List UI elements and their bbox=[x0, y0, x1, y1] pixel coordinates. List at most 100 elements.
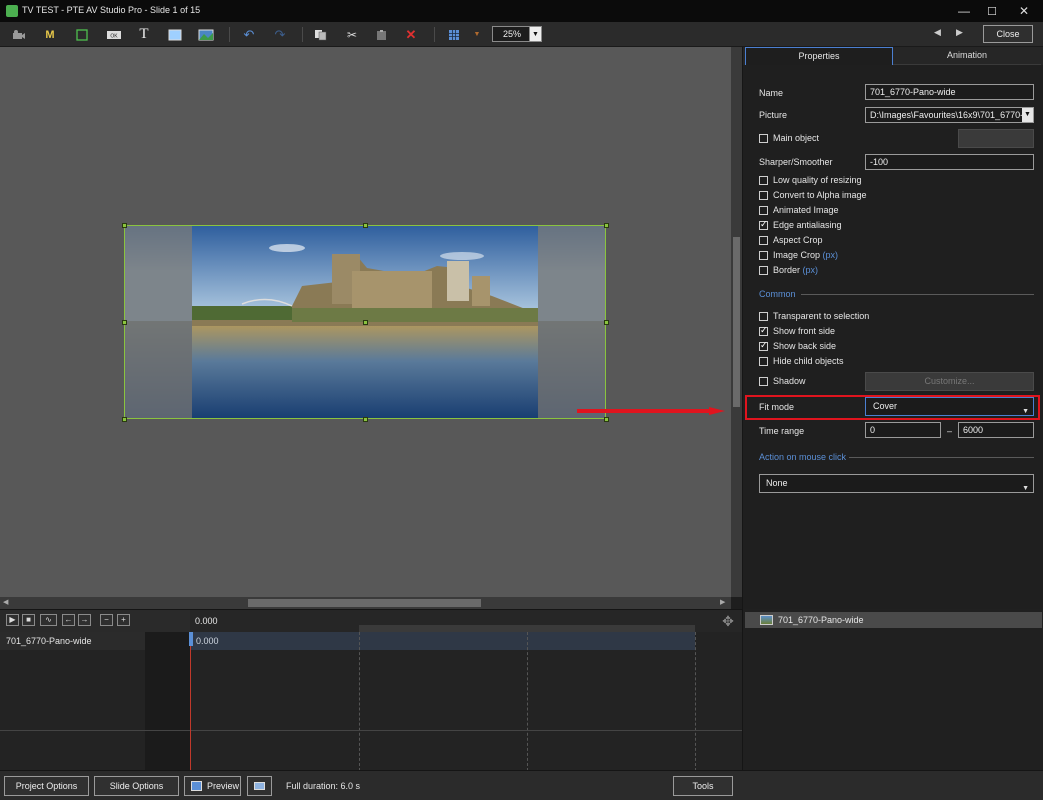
mask-icon[interactable]: M bbox=[40, 26, 60, 43]
convert-to-alpha-image-checkbox[interactable]: Convert to Alpha image bbox=[759, 190, 1019, 204]
undo-icon[interactable]: ↶ bbox=[239, 26, 259, 43]
button-object-icon[interactable]: OK bbox=[104, 26, 124, 43]
scrollbar-thumb[interactable] bbox=[733, 237, 740, 407]
checkbox-label-text: Hide child objects bbox=[773, 356, 844, 366]
timeline-ruler[interactable] bbox=[190, 610, 742, 632]
zoom-select[interactable]: 25% ▼ bbox=[492, 26, 542, 42]
preview-button[interactable]: Preview bbox=[184, 776, 241, 796]
project-options-button[interactable]: Project Options bbox=[4, 776, 89, 796]
hide-child-objects-checkbox[interactable]: Hide child objects bbox=[759, 356, 1019, 370]
zoom-in-icon[interactable]: + bbox=[117, 614, 130, 626]
close-button[interactable]: Close bbox=[983, 25, 1033, 43]
playhead[interactable] bbox=[190, 632, 191, 771]
resize-handle[interactable] bbox=[363, 417, 368, 422]
slide-options-button[interactable]: Slide Options bbox=[94, 776, 179, 796]
zoom-out-icon[interactable]: − bbox=[100, 614, 113, 626]
tab-properties[interactable]: Properties bbox=[745, 47, 893, 65]
list-item[interactable]: 701_6770-Pano-wide bbox=[745, 612, 1042, 628]
checkbox[interactable] bbox=[759, 312, 768, 321]
checkbox[interactable] bbox=[759, 340, 768, 351]
maximize-button[interactable]: ☐ bbox=[978, 2, 1006, 20]
resize-handle[interactable] bbox=[604, 417, 609, 422]
timeline-lanes[interactable]: 0.000 bbox=[190, 632, 742, 771]
border-checkbox[interactable]: Border (px) bbox=[759, 265, 1019, 279]
rectangle-icon[interactable] bbox=[165, 26, 185, 43]
delete-icon[interactable]: ✕ bbox=[401, 26, 421, 43]
copy-icon[interactable] bbox=[311, 26, 331, 43]
picture-path-field[interactable]: D:\Images\Favourites\16x9\701_6770-Pa ▼ bbox=[865, 107, 1034, 123]
show-back-side-checkbox[interactable]: Show back side bbox=[759, 340, 1019, 355]
checkbox[interactable] bbox=[759, 219, 768, 230]
scrollbar-thumb[interactable] bbox=[248, 599, 481, 607]
vertical-scrollbar[interactable] bbox=[731, 47, 742, 597]
arrow-left-icon[interactable]: ← bbox=[62, 614, 75, 626]
options-checkbox-list: Low quality of resizing Convert to Alpha … bbox=[759, 175, 1029, 285]
grid-options-chevron-icon[interactable]: ▼ bbox=[467, 26, 487, 43]
shadow-checkbox[interactable]: Shadow bbox=[759, 376, 859, 390]
edge-antialiasing-checkbox[interactable]: Edge antialiasing bbox=[759, 219, 1019, 234]
name-field[interactable]: 701_6770-Pano-wide bbox=[865, 84, 1034, 100]
image-icon[interactable] bbox=[196, 26, 216, 43]
minimize-button[interactable]: — bbox=[950, 2, 978, 20]
fullscreen-preview-button[interactable] bbox=[247, 776, 272, 796]
low-quality-of-resizing-checkbox[interactable]: Low quality of resizing bbox=[759, 175, 1019, 189]
checkbox[interactable] bbox=[759, 357, 768, 366]
time-marker bbox=[527, 632, 528, 771]
fit-mode-select[interactable]: Cover ▼ bbox=[865, 397, 1034, 416]
arrow-right-icon[interactable]: → bbox=[78, 614, 91, 626]
cut-icon[interactable]: ✂ bbox=[342, 26, 362, 43]
transparent-to-selection-checkbox[interactable]: Transparent to selection bbox=[759, 311, 1019, 325]
checkbox[interactable] bbox=[759, 134, 768, 143]
waveform-icon[interactable]: ∿ bbox=[40, 614, 57, 626]
time-range-start-field[interactable]: 0 bbox=[865, 422, 941, 438]
stop-icon[interactable]: ■ bbox=[22, 614, 35, 626]
toolbar: M OK T ↶ ↷ ✂ ✕ ▼ 25% ▼ ◀ ▶ Close bbox=[0, 22, 1043, 47]
checkbox[interactable] bbox=[759, 236, 768, 245]
next-slide-icon[interactable]: ▶ bbox=[956, 27, 963, 38]
checkbox[interactable] bbox=[759, 206, 768, 215]
checkbox[interactable] bbox=[759, 266, 768, 275]
timeline-clip[interactable]: 0.000 bbox=[190, 632, 695, 650]
aspect-crop-checkbox[interactable]: Aspect Crop bbox=[759, 235, 1019, 249]
resize-handle[interactable] bbox=[604, 223, 609, 228]
animated-image-checkbox[interactable]: Animated Image bbox=[759, 205, 1019, 219]
chevron-down-icon[interactable]: ▼ bbox=[1022, 108, 1033, 122]
checkbox[interactable] bbox=[759, 191, 768, 200]
chevron-down-icon[interactable]: ▼ bbox=[529, 27, 541, 41]
window-close-button[interactable]: ✕ bbox=[1010, 2, 1038, 20]
move-icon[interactable]: ✥ bbox=[718, 612, 738, 630]
track-name[interactable]: 701_6770-Pano-wide bbox=[0, 632, 145, 650]
checkbox[interactable] bbox=[759, 377, 768, 386]
main-object-checkbox[interactable]: Main object bbox=[759, 133, 859, 147]
resize-handle[interactable] bbox=[604, 320, 609, 325]
image-crop-checkbox[interactable]: Image Crop (px) bbox=[759, 250, 1019, 264]
timeline: ▶ ■ ∿ ← → − + 0.000 ✥ 701_6770-Pano-wide… bbox=[0, 609, 742, 771]
action-select[interactable]: None ▼ bbox=[759, 474, 1034, 493]
checkbox[interactable] bbox=[759, 325, 768, 336]
resize-handle[interactable] bbox=[363, 320, 368, 325]
time-range-end-field[interactable]: 6000 bbox=[958, 422, 1034, 438]
tab-animation[interactable]: Animation bbox=[893, 47, 1041, 65]
sharper-field[interactable]: -100 bbox=[865, 154, 1034, 170]
image-thumbnail-icon bbox=[760, 615, 773, 625]
resize-handle[interactable] bbox=[122, 223, 127, 228]
horizontal-scrollbar[interactable]: ◀ ▶ bbox=[0, 597, 731, 609]
text-icon[interactable]: T bbox=[134, 26, 154, 43]
resize-handle[interactable] bbox=[122, 320, 127, 325]
play-icon[interactable]: ▶ bbox=[6, 614, 19, 626]
scroll-left-icon[interactable]: ◀ bbox=[3, 598, 8, 606]
checkbox[interactable] bbox=[759, 176, 768, 185]
checkbox[interactable] bbox=[759, 251, 768, 260]
playhead-marker[interactable] bbox=[189, 632, 193, 646]
frame-icon[interactable] bbox=[72, 26, 92, 43]
previous-slide-icon[interactable]: ◀ bbox=[934, 27, 941, 38]
show-front-side-checkbox[interactable]: Show front side bbox=[759, 325, 1019, 340]
resize-handle[interactable] bbox=[363, 223, 368, 228]
tools-button[interactable]: Tools bbox=[673, 776, 733, 796]
scroll-right-icon[interactable]: ▶ bbox=[720, 598, 725, 606]
camera-icon[interactable] bbox=[9, 26, 29, 43]
paste-icon[interactable] bbox=[372, 26, 392, 43]
redo-icon[interactable]: ↷ bbox=[270, 26, 290, 43]
grid-icon[interactable] bbox=[444, 26, 464, 43]
resize-handle[interactable] bbox=[122, 417, 127, 422]
